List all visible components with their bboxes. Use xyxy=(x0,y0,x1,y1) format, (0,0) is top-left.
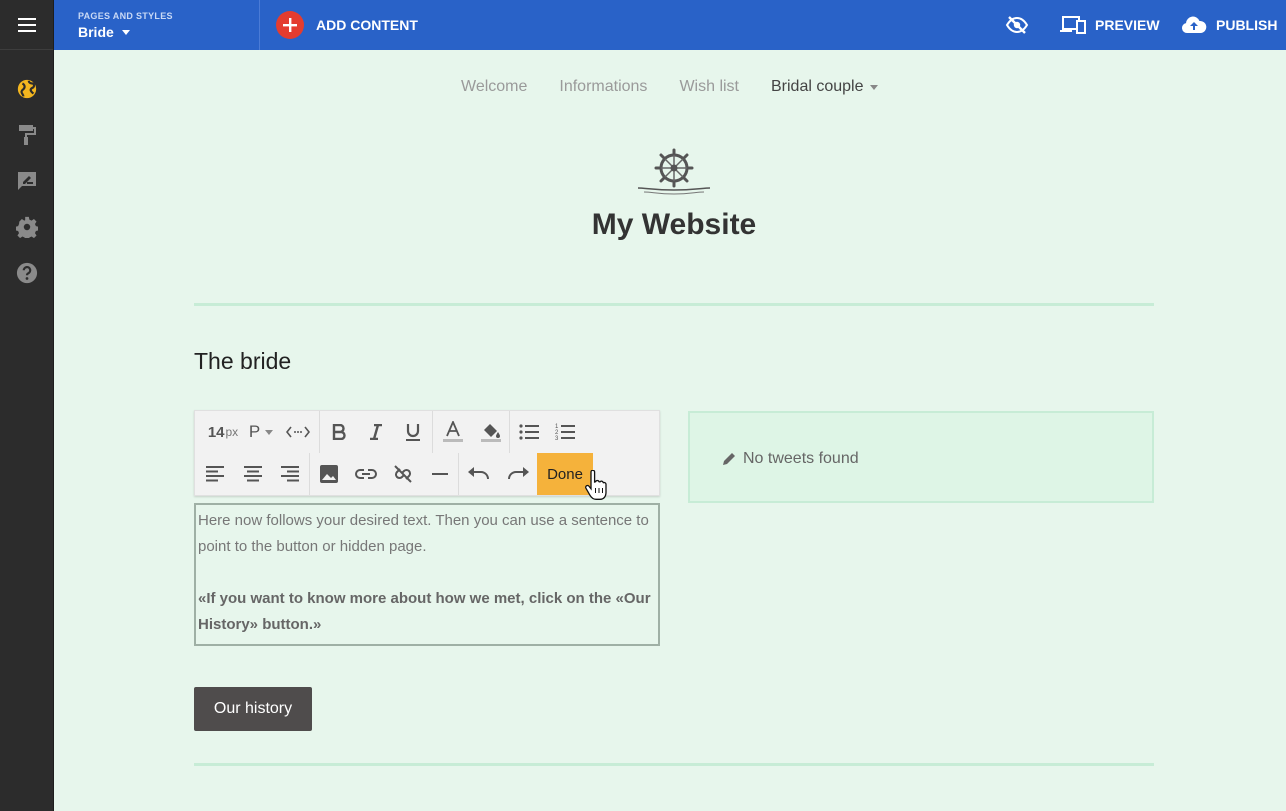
undo-icon xyxy=(468,467,489,480)
add-content-button[interactable]: ADD CONTENT xyxy=(276,11,418,39)
svg-text:3: 3 xyxy=(555,436,559,441)
publish-button[interactable]: PUBLISH xyxy=(1181,0,1277,50)
nav-item-bridal-couple[interactable]: Bridal couple xyxy=(771,78,878,96)
section-heading[interactable]: The bride xyxy=(194,348,291,375)
align-center-button[interactable] xyxy=(235,453,271,495)
current-page-name: Bride xyxy=(78,24,114,40)
font-size-value: 14 xyxy=(207,423,225,441)
bulleted-list-button[interactable] xyxy=(510,411,548,453)
unlink-icon xyxy=(394,465,412,483)
feedback-icon[interactable] xyxy=(16,170,38,192)
paint-roller-icon[interactable] xyxy=(16,124,38,146)
chevron-down-icon xyxy=(121,29,130,35)
italic-icon xyxy=(370,424,382,440)
section-divider xyxy=(194,763,1154,766)
body-paragraph: Here now follows your desired text. Then… xyxy=(198,512,649,555)
remove-link-button[interactable] xyxy=(384,453,422,495)
paragraph-format-dropdown[interactable]: P xyxy=(245,411,277,453)
hide-toggle-button[interactable] xyxy=(1005,0,1029,50)
nav-item-welcome[interactable]: Welcome xyxy=(461,78,527,96)
nav-item-label: Bridal couple xyxy=(771,78,864,95)
section-divider xyxy=(194,303,1154,306)
site-navigation: Welcome Informations Wish list Bridal co… xyxy=(461,78,878,96)
text-color-icon xyxy=(443,421,463,442)
preview-label: PREVIEW xyxy=(1095,17,1160,33)
link-icon xyxy=(355,469,377,479)
underline-button[interactable] xyxy=(394,411,432,453)
html-code-button[interactable] xyxy=(277,411,319,453)
menu-button[interactable] xyxy=(0,0,53,50)
horizontal-line-icon xyxy=(432,473,448,475)
left-sidebar xyxy=(0,0,54,811)
redo-icon xyxy=(508,467,529,480)
nav-item-informations[interactable]: Informations xyxy=(559,78,647,96)
site-title: My Website xyxy=(591,208,757,241)
add-content-label: ADD CONTENT xyxy=(316,17,418,33)
bold-button[interactable] xyxy=(320,411,358,453)
undo-button[interactable] xyxy=(459,453,499,495)
text-color-button[interactable] xyxy=(433,411,473,453)
pages-and-styles-label: PAGES AND STYLES xyxy=(78,11,173,21)
font-size-unit: px xyxy=(225,425,239,439)
align-right-icon xyxy=(281,466,299,482)
bold-quote: «If you want to know more about how we m… xyxy=(198,590,651,633)
paragraph-format-label: P xyxy=(248,422,261,441)
align-left-button[interactable] xyxy=(195,453,235,495)
align-right-button[interactable] xyxy=(271,453,309,495)
font-size-selector[interactable]: 14 px xyxy=(201,411,245,453)
chevron-down-icon xyxy=(265,429,274,435)
menu-icon xyxy=(17,17,36,32)
top-bar: PAGES AND STYLES Bride ADD CONTENT PREVI… xyxy=(54,0,1286,50)
fill-bucket-icon xyxy=(481,424,501,442)
no-tweets-message: No tweets found xyxy=(743,450,859,467)
align-left-icon xyxy=(206,466,224,482)
numbered-list-button[interactable]: 123 xyxy=(548,411,582,453)
insert-link-button[interactable] xyxy=(348,453,384,495)
hand-cursor-icon xyxy=(585,470,607,500)
globe-icon[interactable] xyxy=(16,78,38,100)
code-icon xyxy=(286,426,310,438)
editable-text-area[interactable]: Here now follows your desired text. Then… xyxy=(194,503,660,646)
bold-icon xyxy=(332,424,346,440)
background-color-button[interactable] xyxy=(473,411,509,453)
publish-label: PUBLISH xyxy=(1216,17,1278,33)
our-history-label: Our history xyxy=(213,700,293,717)
image-icon xyxy=(320,465,338,483)
nav-item-wish-list[interactable]: Wish list xyxy=(679,78,739,96)
bulleted-list-icon xyxy=(519,424,539,440)
devices-icon xyxy=(1060,16,1086,34)
gear-icon[interactable] xyxy=(16,216,38,238)
pencil-icon xyxy=(723,453,735,465)
plus-icon xyxy=(276,11,304,39)
italic-button[interactable] xyxy=(358,411,394,453)
ship-wheel-logo xyxy=(637,148,711,195)
eye-off-icon xyxy=(1005,16,1029,34)
cloud-upload-icon xyxy=(1181,16,1207,33)
help-icon[interactable] xyxy=(16,262,38,284)
underline-icon xyxy=(406,424,420,441)
horizontal-line-button[interactable] xyxy=(422,453,458,495)
preview-button[interactable]: PREVIEW xyxy=(1060,0,1160,50)
align-center-icon xyxy=(244,466,262,482)
numbered-list-icon: 123 xyxy=(555,424,575,441)
insert-image-button[interactable] xyxy=(310,453,348,495)
tweets-widget[interactable]: No tweets found xyxy=(688,411,1154,503)
pages-and-styles-dropdown[interactable]: PAGES AND STYLES Bride xyxy=(54,0,260,50)
done-label: Done xyxy=(547,465,583,483)
chevron-down-icon xyxy=(869,84,878,90)
redo-button[interactable] xyxy=(499,453,537,495)
our-history-button[interactable]: Our history xyxy=(194,687,312,731)
